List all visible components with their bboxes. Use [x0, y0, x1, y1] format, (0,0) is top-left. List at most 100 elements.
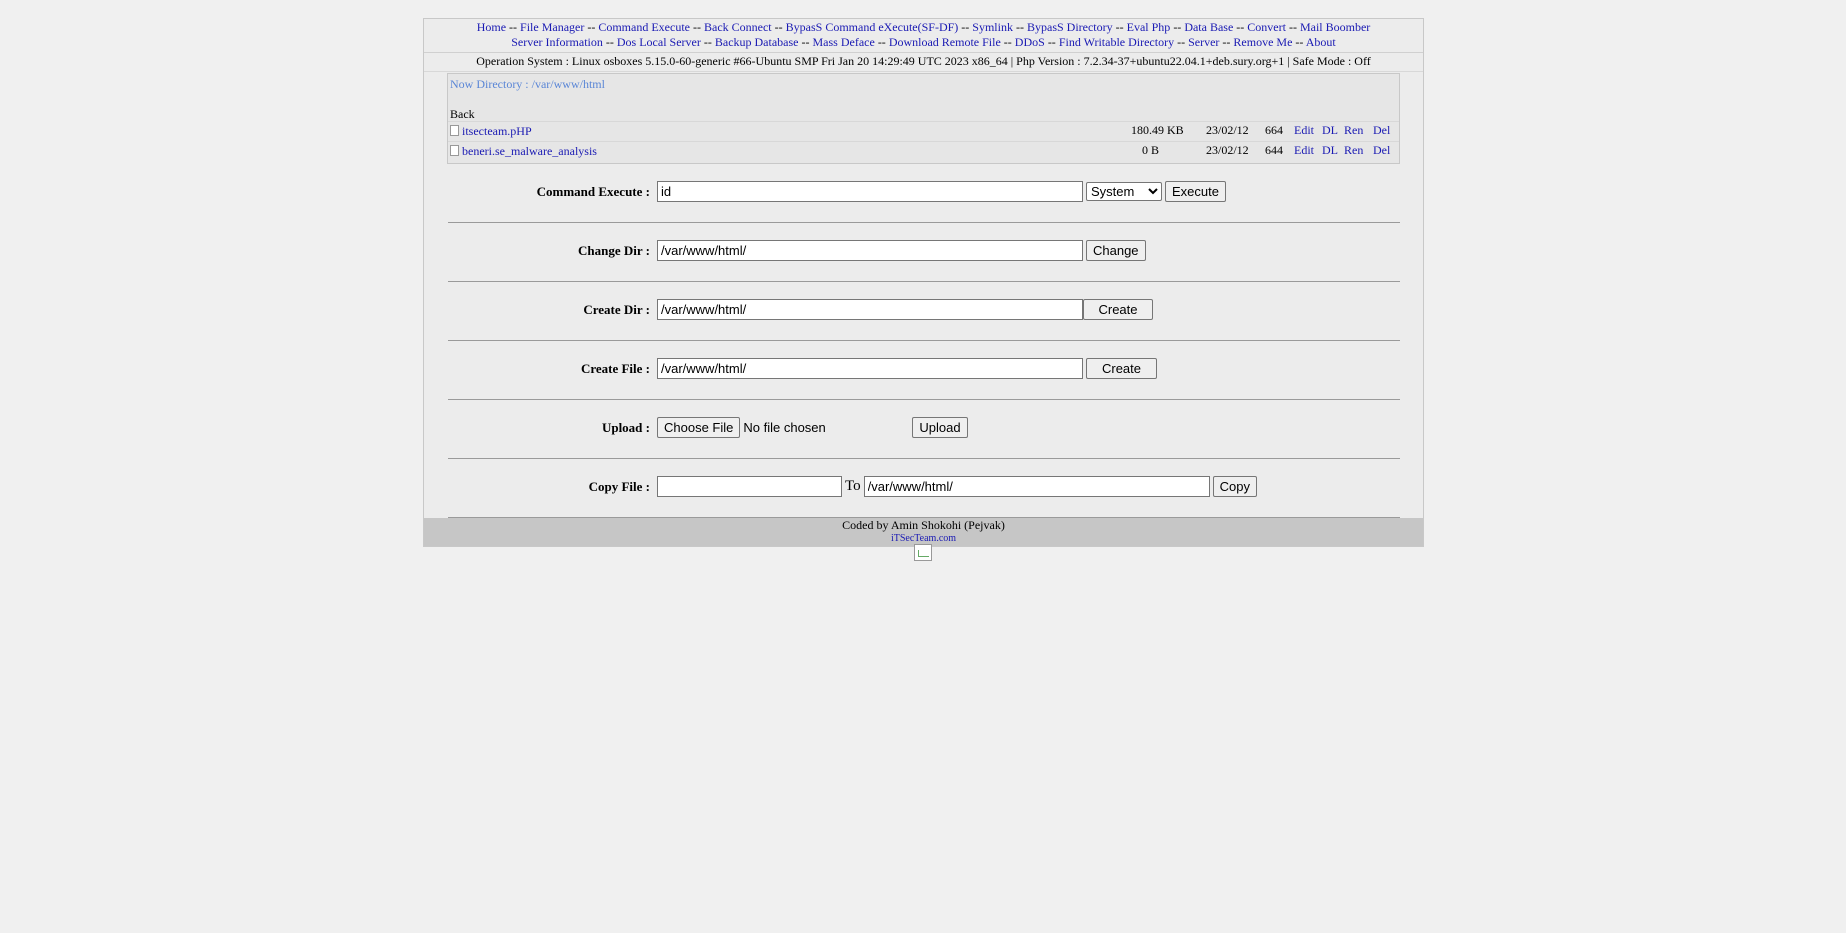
nav-separator: -- — [703, 35, 712, 49]
nav-link[interactable]: Server Information — [511, 35, 603, 49]
nav-separator: -- — [877, 35, 886, 49]
file-manager: Now Directory : /var/www/html Back itsec… — [447, 73, 1400, 164]
nav-separator: -- — [509, 20, 518, 34]
nav-separator: -- — [1047, 35, 1056, 49]
nav-separator: -- — [605, 35, 614, 49]
nav-separator: -- — [1177, 35, 1186, 49]
file-name-link[interactable]: beneri.se_malware_analysis — [462, 144, 597, 158]
nav-row-2: Server Information -- Dos Local Server -… — [424, 35, 1423, 50]
copy-file-label: Copy File : — [588, 479, 650, 494]
execute-button[interactable]: Execute — [1165, 181, 1226, 202]
nav-link[interactable]: Server — [1188, 35, 1219, 49]
command-input[interactable] — [657, 181, 1083, 202]
broken-image-icon — [914, 544, 932, 561]
create-dir-button[interactable]: Create — [1083, 299, 1153, 320]
nav-separator: -- — [587, 20, 596, 34]
file-icon — [450, 125, 459, 136]
nav-link[interactable]: BypasS Command eXecute(SF-DF) — [786, 20, 959, 34]
system-info: Operation System : Linux osboxes 5.15.0-… — [424, 53, 1423, 72]
download-link[interactable]: DL — [1322, 143, 1338, 158]
create-file-button[interactable]: Create — [1086, 358, 1157, 379]
nav-link[interactable]: Data Base — [1184, 20, 1233, 34]
file-icon — [450, 145, 459, 156]
create-file-form: Create File : Create — [448, 341, 1400, 400]
nav-link[interactable]: Mail Boomber — [1300, 20, 1370, 34]
command-execute-label: Command Execute : — [536, 184, 650, 199]
delete-link[interactable]: Del — [1373, 123, 1390, 138]
nav-link[interactable]: Remove Me — [1233, 35, 1292, 49]
footer-credit: Coded by Amin Shokohi (Pejvak) — [842, 518, 1005, 532]
file-date: 23/02/12 — [1206, 123, 1249, 137]
rename-link[interactable]: Ren — [1344, 123, 1363, 138]
nav-link[interactable]: BypasS Directory — [1027, 20, 1113, 34]
change-dir-label: Change Dir : — [578, 243, 650, 258]
nav-separator: -- — [692, 20, 701, 34]
create-dir-label: Create Dir : — [583, 302, 650, 317]
nav-link[interactable]: DDoS — [1015, 35, 1045, 49]
nav-link[interactable]: Back Connect — [704, 20, 772, 34]
nav-separator: -- — [961, 20, 970, 34]
back-link[interactable]: Back — [450, 107, 475, 122]
nav-link[interactable]: Backup Database — [715, 35, 799, 49]
nav-separator: -- — [1288, 20, 1297, 34]
file-permission: 644 — [1265, 143, 1283, 157]
nav-separator: -- — [1222, 35, 1231, 49]
current-directory: Now Directory : /var/www/html — [450, 77, 605, 91]
create-file-label: Create File : — [580, 361, 650, 376]
nav-separator: -- — [801, 35, 810, 49]
main-panel: Home -- File Manager -- Command Execute … — [423, 18, 1424, 547]
rename-link[interactable]: Ren — [1344, 143, 1363, 158]
create-dir-input[interactable] — [657, 299, 1083, 320]
download-link[interactable]: DL — [1322, 123, 1338, 138]
nav-separator: -- — [1173, 20, 1182, 34]
top-navigation: Home -- File Manager -- Command Execute … — [424, 19, 1423, 53]
copy-file-form: Copy File : To Copy — [448, 459, 1400, 518]
change-dir-input[interactable] — [657, 240, 1083, 261]
copy-to-label: To — [845, 478, 861, 494]
upload-label: Upload : — [601, 420, 650, 435]
command-method-select[interactable]: System — [1086, 182, 1162, 201]
nav-link[interactable]: Home — [477, 20, 506, 34]
nav-separator: -- — [1015, 20, 1024, 34]
copy-source-input[interactable] — [657, 476, 842, 497]
nav-link[interactable]: Download Remote File — [889, 35, 1001, 49]
nav-separator: -- — [1295, 35, 1304, 49]
nav-separator: -- — [1003, 35, 1012, 49]
upload-button[interactable]: Upload — [912, 417, 968, 438]
nav-link[interactable]: Mass Deface — [813, 35, 875, 49]
file-size: 180.49 KB — [1131, 123, 1184, 137]
copy-destination-input[interactable] — [863, 476, 1210, 497]
footer: Coded by Amin Shokohi (Pejvak) iTSecTeam… — [424, 518, 1423, 546]
edit-link[interactable]: Edit — [1294, 143, 1314, 158]
upload-form: Upload : Choose File No file chosen Uplo… — [448, 400, 1400, 459]
nav-separator: -- — [1115, 20, 1124, 34]
edit-link[interactable]: Edit — [1294, 123, 1314, 138]
nav-link[interactable]: Symlink — [972, 20, 1013, 34]
nav-link[interactable]: Find Writable Directory — [1059, 35, 1174, 49]
nav-link[interactable]: Dos Local Server — [617, 35, 701, 49]
nav-separator: -- — [1236, 20, 1245, 34]
file-size: 0 B — [1142, 143, 1160, 157]
change-dir-form: Change Dir : Change — [448, 223, 1400, 282]
create-file-input[interactable] — [657, 358, 1083, 379]
nav-row-1: Home -- File Manager -- Command Execute … — [424, 20, 1423, 35]
choose-file-button[interactable]: Choose File — [657, 417, 741, 438]
create-dir-form: Create Dir : Create — [448, 282, 1400, 341]
nav-link[interactable]: File Manager — [520, 20, 584, 34]
file-name-link[interactable]: itsecteam.pHP — [462, 124, 532, 138]
copy-button[interactable]: Copy — [1212, 476, 1257, 497]
change-button[interactable]: Change — [1086, 240, 1146, 261]
file-row: itsecteam.pHP 180.49 KB 23/02/12 664 Edi… — [448, 121, 1399, 141]
delete-link[interactable]: Del — [1373, 143, 1390, 158]
file-permission: 664 — [1265, 123, 1283, 137]
nav-link[interactable]: Convert — [1247, 20, 1286, 34]
action-forms: Command Execute : System Execute Change … — [448, 164, 1400, 518]
footer-site-link[interactable]: iTSecTeam.com — [891, 533, 956, 544]
file-row: beneri.se_malware_analysis 0 B 23/02/12 … — [448, 141, 1399, 161]
nav-link[interactable]: Command Execute — [598, 20, 690, 34]
nav-separator: -- — [774, 20, 783, 34]
file-chosen-status: No file chosen — [743, 420, 826, 435]
file-date: 23/02/12 — [1206, 143, 1249, 157]
nav-link[interactable]: Eval Php — [1127, 20, 1171, 34]
nav-link[interactable]: About — [1306, 35, 1336, 49]
